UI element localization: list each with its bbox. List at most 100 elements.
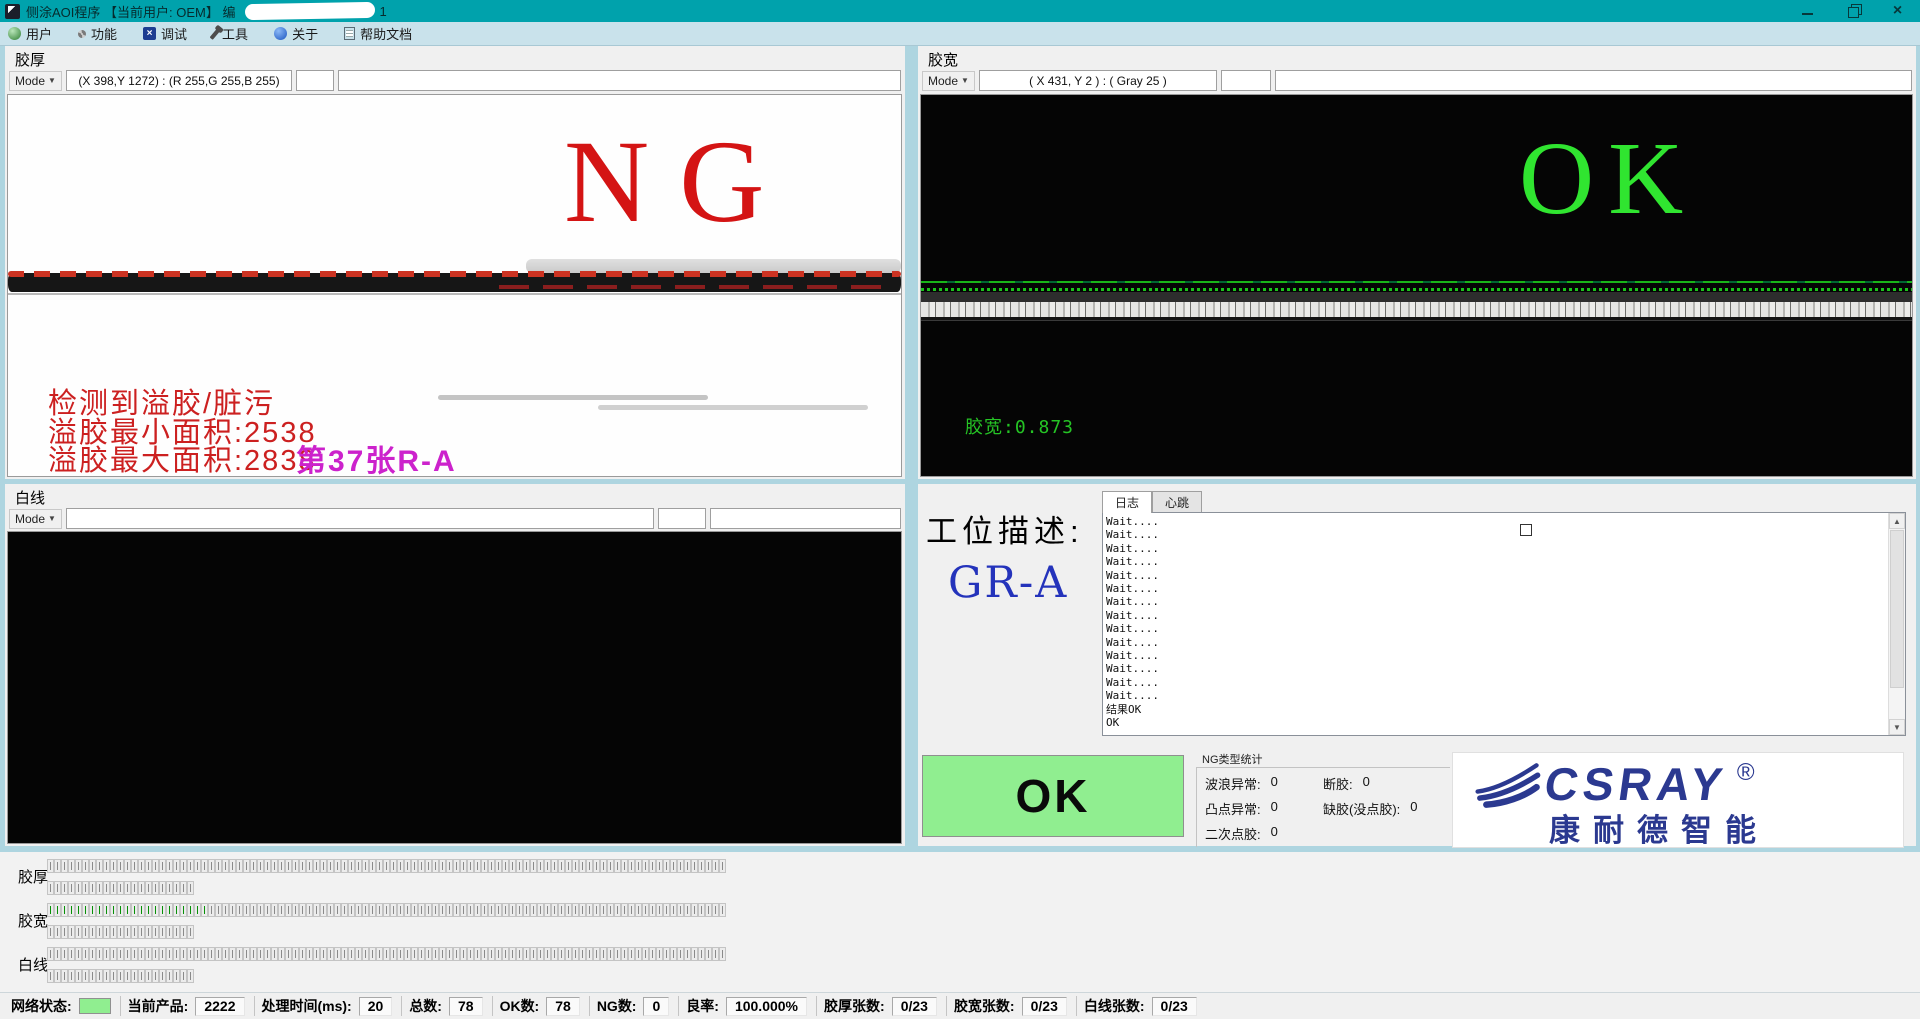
progress-cell — [125, 948, 130, 960]
ng-stat-value: 0 — [1271, 774, 1278, 793]
progress-cell — [209, 904, 214, 916]
status-item: NG数:0 — [589, 996, 678, 1016]
progress-cell — [349, 948, 354, 960]
jiaokuan-image-view[interactable]: OK 胶宽:0.873 — [920, 94, 1913, 477]
progress-cell — [601, 948, 606, 960]
status-value: 20 — [359, 997, 393, 1016]
baixian-mode-dropdown[interactable]: Mode ▼ — [9, 509, 62, 529]
progress-cell — [447, 904, 452, 916]
scroll-down-icon[interactable]: ▼ — [1889, 719, 1905, 735]
brand-name: CSRAY — [1542, 761, 1730, 807]
progress-cell — [447, 860, 452, 872]
tab-log[interactable]: 日志 — [1102, 491, 1152, 513]
progress-cell — [468, 860, 473, 872]
log-checkbox[interactable] — [1520, 524, 1532, 536]
progress-cell — [713, 860, 718, 872]
progress-cell — [370, 860, 375, 872]
menu-item-func[interactable]: 功能 — [78, 24, 117, 43]
jiaohou-mode-dropdown[interactable]: Mode ▼ — [9, 71, 62, 91]
progress-cell — [573, 904, 578, 916]
swoosh-icon — [1471, 761, 1541, 809]
chevron-down-icon: ▼ — [48, 76, 56, 85]
progress-cell — [160, 904, 165, 916]
jiaohou-image-view[interactable]: NG 检测到溢胶/脏污 溢胶最小面积:2538 溢胶最大面积:2838 第37张… — [7, 94, 902, 477]
progress-cell — [202, 904, 207, 916]
progress-cell — [391, 904, 396, 916]
log-panel[interactable]: Wait.... Wait.... Wait.... Wait.... Wait… — [1102, 512, 1906, 736]
ng-stats-groupbox: NG类型统计 波浪异常:0凸点异常:0二次点胶:0 断胶:0缺胶(没点胶):0 — [1196, 751, 1450, 847]
progress-cell — [307, 904, 312, 916]
menu-item-tools[interactable]: 工具 — [213, 24, 248, 43]
progress-cell — [174, 970, 179, 982]
jiaokuan-mode-dropdown[interactable]: Mode ▼ — [922, 71, 975, 91]
document-icon — [344, 27, 355, 40]
progress-cell — [643, 904, 648, 916]
progress-cell — [363, 904, 368, 916]
result-status-button[interactable]: OK — [922, 755, 1184, 837]
defect-marks-overlay — [8, 271, 901, 277]
progress-cell — [678, 948, 683, 960]
progress-cell — [692, 948, 697, 960]
progress-cell — [230, 860, 235, 872]
progress-cell — [153, 882, 158, 894]
ng-stat-label: 断胶: — [1323, 774, 1353, 793]
progress-cell — [720, 860, 725, 872]
progress-cell — [251, 860, 256, 872]
progress-cell — [482, 904, 487, 916]
progress-cell — [650, 904, 655, 916]
progress-cell — [720, 904, 725, 916]
close-button[interactable]: × — [1875, 0, 1920, 22]
progress-cell — [104, 970, 109, 982]
progress-cell — [664, 860, 669, 872]
progress-cell — [713, 904, 718, 916]
scrollbar-thumb[interactable] — [1890, 530, 1904, 688]
progress-cell — [419, 948, 424, 960]
progress-cell — [335, 948, 340, 960]
progress-cell — [615, 904, 620, 916]
progress-cell — [307, 860, 312, 872]
status-item: 当前产品:2222 — [120, 996, 254, 1016]
progress-cell — [265, 904, 270, 916]
progress-cell — [118, 904, 123, 916]
baixian-toolbar-box-long — [710, 508, 901, 529]
log-scrollbar[interactable]: ▲ ▼ — [1888, 513, 1905, 735]
progress-cell — [216, 904, 221, 916]
progress-cell — [461, 948, 466, 960]
defect-message-3: 溢胶最大面积:2838 — [48, 447, 317, 476]
minimize-button[interactable] — [1785, 0, 1830, 22]
ng-stats-col1: 波浪异常:0凸点异常:0二次点胶:0 — [1205, 774, 1323, 847]
progress-cell — [293, 860, 298, 872]
progress-cell — [167, 904, 172, 916]
jiaohou-coord-readout: (X 398,Y 1272) : (R 255,G 255,B 255) — [66, 70, 292, 91]
menu-item-debug[interactable]: ×调试 — [143, 24, 187, 43]
progress-cell — [62, 948, 67, 960]
progress-cell — [272, 948, 277, 960]
progress-cell — [643, 860, 648, 872]
status-item: 总数:78 — [401, 996, 491, 1016]
progress-cell — [48, 904, 53, 916]
menu-item-about[interactable]: 关于 — [274, 24, 318, 43]
progress-cell — [195, 860, 200, 872]
progress-cell — [188, 970, 193, 982]
baixian-image-view[interactable] — [7, 531, 902, 844]
progress-row — [48, 860, 727, 877]
ng-stat-row: 断胶: 0 — [1323, 774, 1446, 793]
ng-stat-value: 0 — [1271, 799, 1278, 818]
progress-cell — [650, 860, 655, 872]
menu-item-help[interactable]: 帮助文档 — [344, 24, 412, 43]
menu-item-user[interactable]: 用户 — [8, 24, 52, 43]
progress-label-胶厚: 胶厚 — [18, 866, 48, 887]
progress-cell — [293, 904, 298, 916]
progress-cell — [412, 860, 417, 872]
progress-cell — [580, 948, 585, 960]
progress-cell — [55, 926, 60, 938]
app-window: 侧涂AOI程序 【当前用户: OEM】 编 1 × 用户功能×调试工具关于帮助文… — [0, 0, 1920, 1019]
progress-cell — [545, 948, 550, 960]
tab-heartbeat[interactable]: 心跳 — [1152, 491, 1202, 512]
progress-cell — [69, 860, 74, 872]
scroll-up-icon[interactable]: ▲ — [1889, 513, 1905, 529]
progress-cell — [286, 904, 291, 916]
ng-stat-value: 0 — [1363, 774, 1370, 793]
progress-cell — [111, 860, 116, 872]
restore-button[interactable] — [1830, 0, 1875, 22]
